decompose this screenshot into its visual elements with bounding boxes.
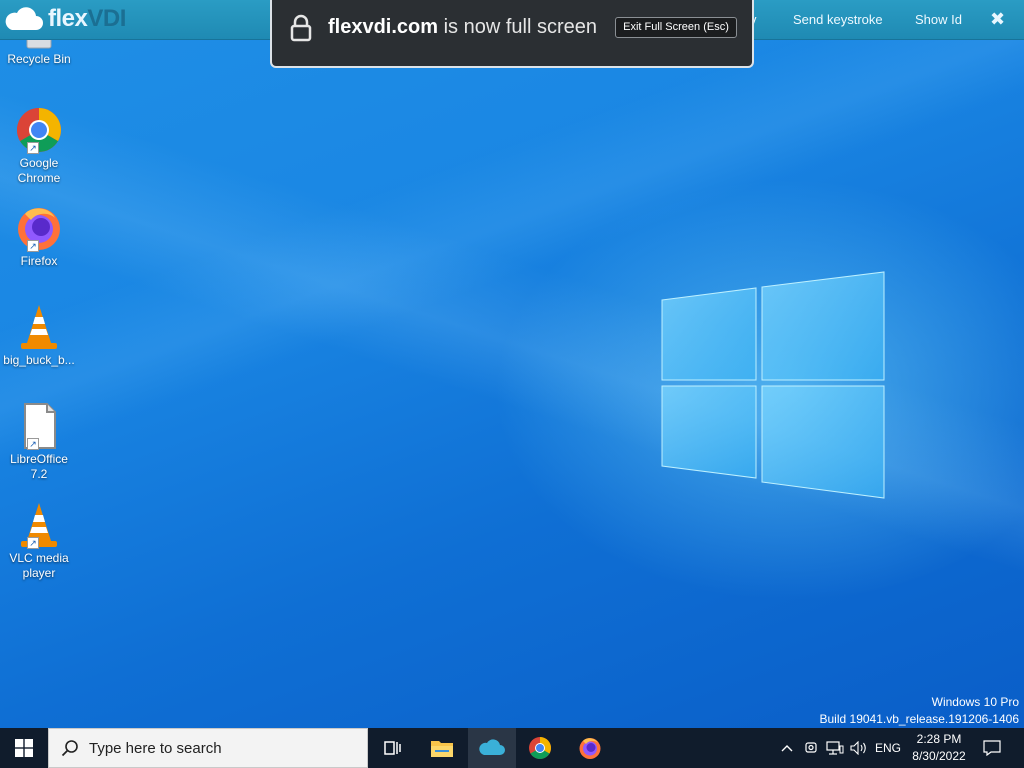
brand-flex: flex [48, 5, 88, 32]
taskbar-task-view[interactable] [368, 728, 416, 768]
windows-start-icon [15, 739, 33, 757]
taskbar: Type here to search ENG 2:28 PM 8/30/202… [0, 728, 1024, 768]
libreoffice-icon: ↗ [15, 402, 63, 450]
desktop-icon-vlc-media-player[interactable]: ↗ VLC media player [2, 501, 76, 581]
speaker-icon [850, 741, 866, 755]
device-icon [805, 742, 817, 753]
tray-clock[interactable]: 2:28 PM 8/30/2022 [904, 731, 974, 765]
desktop-icon-label: LibreOffice 7.2 [10, 452, 68, 481]
search-icon [61, 740, 78, 757]
cloud-icon [479, 739, 505, 755]
clock-time: 2:28 PM [916, 732, 962, 746]
folder-icon [431, 741, 453, 757]
tray-meet-now[interactable] [800, 728, 822, 768]
desktop-icon-label: big_buck_b... [3, 353, 75, 367]
fullscreen-notice: flexvdi.com is now full screen Exit Full… [270, 0, 754, 68]
chrome-icon [529, 737, 551, 759]
desktop-icon-libreoffice[interactable]: ↗ LibreOffice 7.2 [2, 402, 76, 482]
show-id-button[interactable]: Show Id [915, 12, 962, 27]
send-keystroke-button[interactable]: Send keystroke [793, 12, 883, 27]
close-icon[interactable]: ✖ [990, 9, 1005, 30]
chevron-up-icon [781, 745, 793, 752]
lock-icon [290, 14, 312, 42]
desktop-wallpaper: Recycle Bin ↗ Google Chrome ↗ Firefox bi… [0, 0, 1024, 728]
brand-vdi: VDI [87, 5, 126, 32]
notification-icon [983, 740, 1001, 756]
start-button[interactable] [0, 728, 48, 768]
desktop-icon-google-chrome[interactable]: ↗ Google Chrome [2, 106, 76, 186]
tray-language[interactable]: ENG [872, 728, 904, 768]
task-view-icon [384, 741, 401, 755]
flexvdi-logo: flexVDI [4, 4, 126, 34]
firefox-icon: ↗ [15, 204, 63, 252]
watermark-edition: Windows 10 Pro [931, 695, 1019, 709]
network-icon [826, 741, 844, 755]
brand-name: flexVDI [48, 5, 126, 33]
tray-volume[interactable] [848, 728, 870, 768]
shortcut-arrow-icon: ↗ [27, 142, 39, 154]
exit-fullscreen-button[interactable]: Exit Full Screen (Esc) [615, 17, 737, 38]
tray-network[interactable] [823, 728, 847, 768]
action-center-button[interactable] [978, 728, 1006, 768]
clock-date: 8/30/2022 [912, 749, 966, 763]
shortcut-arrow-icon: ↗ [27, 438, 39, 450]
fullscreen-message: flexvdi.com is now full screen [328, 16, 597, 39]
show-hidden-icons-button[interactable] [776, 728, 798, 768]
taskbar-firefox[interactable] [566, 728, 614, 768]
watermark-build: Build 19041.vb_release.191206-1406 [819, 712, 1020, 726]
windows-logo-wallpaper [661, 271, 885, 499]
windows-version-watermark: Windows 10 Pro Build 19041.vb_release.19… [820, 694, 1020, 728]
fullscreen-text: is now full screen [438, 16, 598, 38]
shortcut-arrow-icon: ↗ [27, 240, 39, 252]
vlc-cone-icon: ↗ [15, 501, 63, 549]
shortcut-arrow-icon: ↗ [27, 537, 39, 549]
cloud-logo-icon [5, 7, 44, 30]
desktop-icon-big-buck-bunny[interactable]: big_buck_b... [2, 303, 76, 368]
taskbar-chrome[interactable] [516, 728, 564, 768]
desktop-icon-label: Recycle Bin [7, 52, 71, 66]
taskbar-file-explorer[interactable] [418, 728, 466, 768]
taskbar-flexvdi[interactable] [468, 728, 516, 768]
desktop-icon-firefox[interactable]: ↗ Firefox [2, 204, 76, 269]
desktop-icon-label: VLC media player [9, 551, 69, 580]
firefox-icon [579, 738, 601, 759]
chrome-icon: ↗ [15, 106, 63, 154]
fullscreen-domain: flexvdi.com [328, 16, 439, 38]
desktop-icon-label: Firefox [20, 254, 58, 268]
search-placeholder: Type here to search [89, 739, 222, 757]
desktop-icon-label: Google Chrome [17, 156, 61, 185]
search-box[interactable]: Type here to search [48, 728, 368, 768]
vlc-cone-icon [15, 303, 63, 351]
